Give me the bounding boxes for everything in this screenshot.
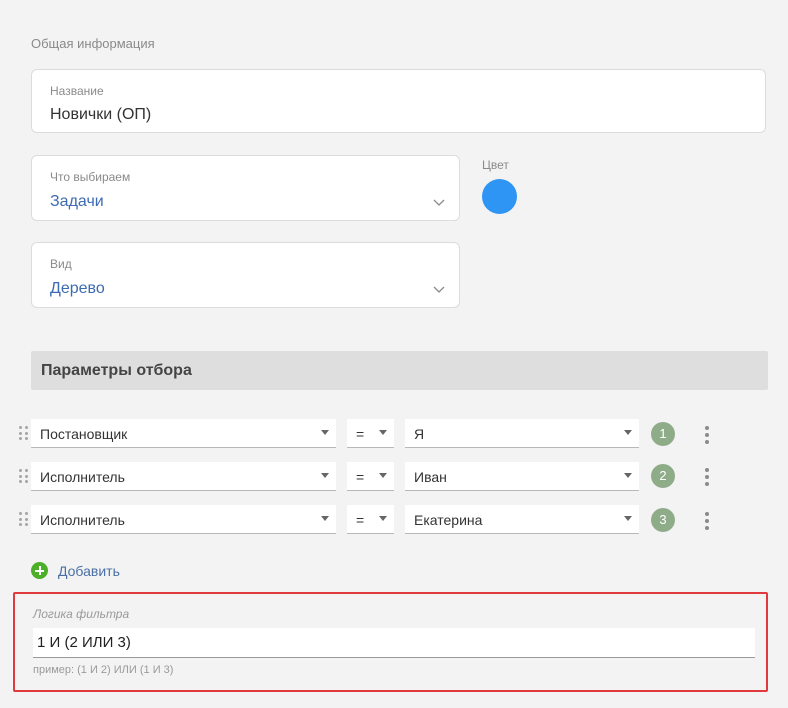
- name-field-value: Новички (ОП): [50, 106, 152, 123]
- dropdown-arrow-icon: [321, 430, 329, 435]
- dropdown-arrow-icon: [624, 516, 632, 521]
- kebab-menu-icon[interactable]: [705, 426, 709, 444]
- select-type-value: Задачи: [50, 193, 104, 210]
- filter-logic-label: Логика фильтра: [33, 607, 130, 621]
- filter-number-badge: 3: [651, 508, 675, 532]
- filter-number-badge: 2: [651, 464, 675, 488]
- filter-logic-input[interactable]: 1 И (2 ИЛИ 3): [33, 628, 755, 658]
- filter-operator-value: =: [356, 469, 365, 485]
- add-filter-label: Добавить: [58, 562, 120, 579]
- filter-operator-value: =: [356, 512, 365, 528]
- name-field[interactable]: Название Новички (ОП): [31, 69, 766, 133]
- view-value: Дерево: [50, 280, 105, 297]
- filter-operator-select[interactable]: =: [347, 505, 394, 534]
- dropdown-arrow-icon: [321, 473, 329, 478]
- drag-handle-icon[interactable]: [19, 468, 29, 484]
- kebab-menu-icon[interactable]: [705, 512, 709, 530]
- section-title-general: Общая информация: [31, 36, 155, 51]
- filter-field-select[interactable]: Постановщик: [31, 419, 336, 448]
- filter-value-value: Иван: [414, 469, 447, 485]
- filter-operator-value: =: [356, 426, 365, 442]
- kebab-menu-icon[interactable]: [705, 468, 709, 486]
- view-label: Вид: [50, 257, 72, 271]
- params-section-header: Параметры отбора: [31, 351, 768, 390]
- filter-value-value: Екатерина: [414, 512, 483, 528]
- filter-field-select[interactable]: Исполнитель: [31, 462, 336, 491]
- view-dropdown[interactable]: Вид Дерево: [31, 242, 460, 308]
- dropdown-arrow-icon: [379, 516, 387, 521]
- dropdown-arrow-icon: [379, 430, 387, 435]
- filter-value-select[interactable]: Иван: [405, 462, 639, 491]
- params-title: Параметры отбора: [41, 362, 192, 379]
- chevron-down-icon: [433, 199, 445, 206]
- filter-logic-section: Логика фильтра 1 И (2 ИЛИ 3) пример: (1 …: [13, 592, 768, 692]
- filter-value-select[interactable]: Я: [405, 419, 639, 448]
- filter-logic-hint: пример: (1 И 2) ИЛИ (1 И 3): [33, 664, 174, 676]
- filter-field-value: Исполнитель: [40, 469, 125, 485]
- filter-field-value: Исполнитель: [40, 512, 125, 528]
- plus-circle-icon: [31, 562, 48, 579]
- filter-value-value: Я: [414, 426, 425, 442]
- name-field-label: Название: [50, 84, 104, 98]
- color-swatch[interactable]: [482, 179, 517, 214]
- drag-handle-icon[interactable]: [19, 511, 29, 527]
- dropdown-arrow-icon: [624, 430, 632, 435]
- filter-operator-select[interactable]: =: [347, 419, 394, 448]
- filter-field-value: Постановщик: [40, 426, 128, 442]
- filter-field-select[interactable]: Исполнитель: [31, 505, 336, 534]
- filter-value-select[interactable]: Екатерина: [405, 505, 639, 534]
- dropdown-arrow-icon: [379, 473, 387, 478]
- filter-logic-value: 1 И (2 ИЛИ 3): [37, 634, 131, 651]
- drag-handle-icon[interactable]: [19, 425, 29, 441]
- dropdown-arrow-icon: [321, 516, 329, 521]
- select-type-label: Что выбираем: [50, 170, 131, 184]
- color-label: Цвет: [482, 158, 509, 172]
- select-type-dropdown[interactable]: Что выбираем Задачи: [31, 155, 460, 221]
- filter-number-badge: 1: [651, 422, 675, 446]
- chevron-down-icon: [433, 286, 445, 293]
- filter-operator-select[interactable]: =: [347, 462, 394, 491]
- add-filter-button[interactable]: Добавить: [31, 562, 120, 579]
- dropdown-arrow-icon: [624, 473, 632, 478]
